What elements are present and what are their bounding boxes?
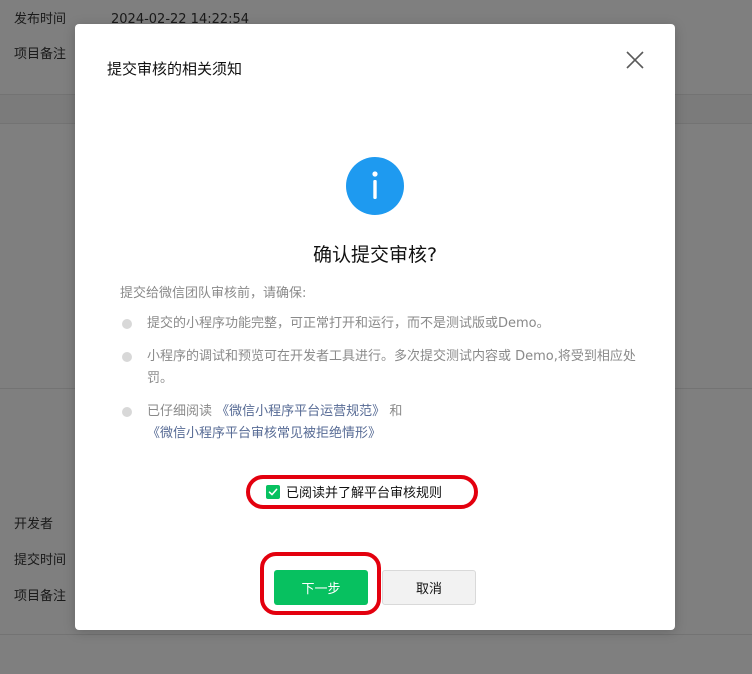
dialog-title: 提交审核的相关须知 xyxy=(107,60,243,78)
list-item: 提交的小程序功能完整，可正常打开和运行，而不是测试版或Demo。 xyxy=(120,313,640,335)
intro-text: 提交给微信团队审核前，请确保: xyxy=(120,286,307,301)
list-item-text: 提交的小程序功能完整，可正常打开和运行，而不是测试版或Demo。 xyxy=(147,316,550,331)
operation-rules-link[interactable]: 《微信小程序平台运营规范》 xyxy=(216,404,385,419)
list-item: 已仔细阅读 《微信小程序平台运营规范》 和 《微信小程序平台审核常见被拒绝情形》 xyxy=(120,401,640,445)
checkbox-checked[interactable] xyxy=(266,484,280,499)
submit-review-dialog: 提交审核的相关须知 确认提交审核? 提交给微信团队审核前，请确保: 提交的小程序… xyxy=(75,24,675,630)
bullet-dot-icon xyxy=(122,352,132,362)
list-item-prefix: 已仔细阅读 xyxy=(147,404,213,419)
info-icon xyxy=(346,157,404,215)
bullet-dot-icon xyxy=(122,319,132,329)
check-icon xyxy=(268,488,278,495)
agree-checkbox[interactable]: 已阅读并了解平台审核规则 xyxy=(266,482,442,501)
requirements-list: 提交的小程序功能完整，可正常打开和运行，而不是测试版或Demo。 小程序的调试和… xyxy=(120,313,640,456)
bullet-dot-icon xyxy=(122,407,132,417)
list-item-text: 小程序的调试和预览可在开发者工具进行。多次提交测试内容或 Demo,将受到相应处… xyxy=(147,349,636,386)
next-step-button[interactable]: 下一步 xyxy=(274,570,368,605)
agree-label: 已阅读并了解平台审核规则 xyxy=(286,486,443,501)
cancel-button[interactable]: 取消 xyxy=(382,570,476,605)
list-item-conjunction: 和 xyxy=(389,404,403,419)
confirm-heading: 确认提交审核? xyxy=(312,244,438,266)
close-icon xyxy=(626,51,644,69)
close-button[interactable] xyxy=(625,50,645,70)
list-item: 小程序的调试和预览可在开发者工具进行。多次提交测试内容或 Demo,将受到相应处… xyxy=(120,346,640,390)
rejection-cases-link[interactable]: 《微信小程序平台审核常见被拒绝情形》 xyxy=(147,426,381,441)
